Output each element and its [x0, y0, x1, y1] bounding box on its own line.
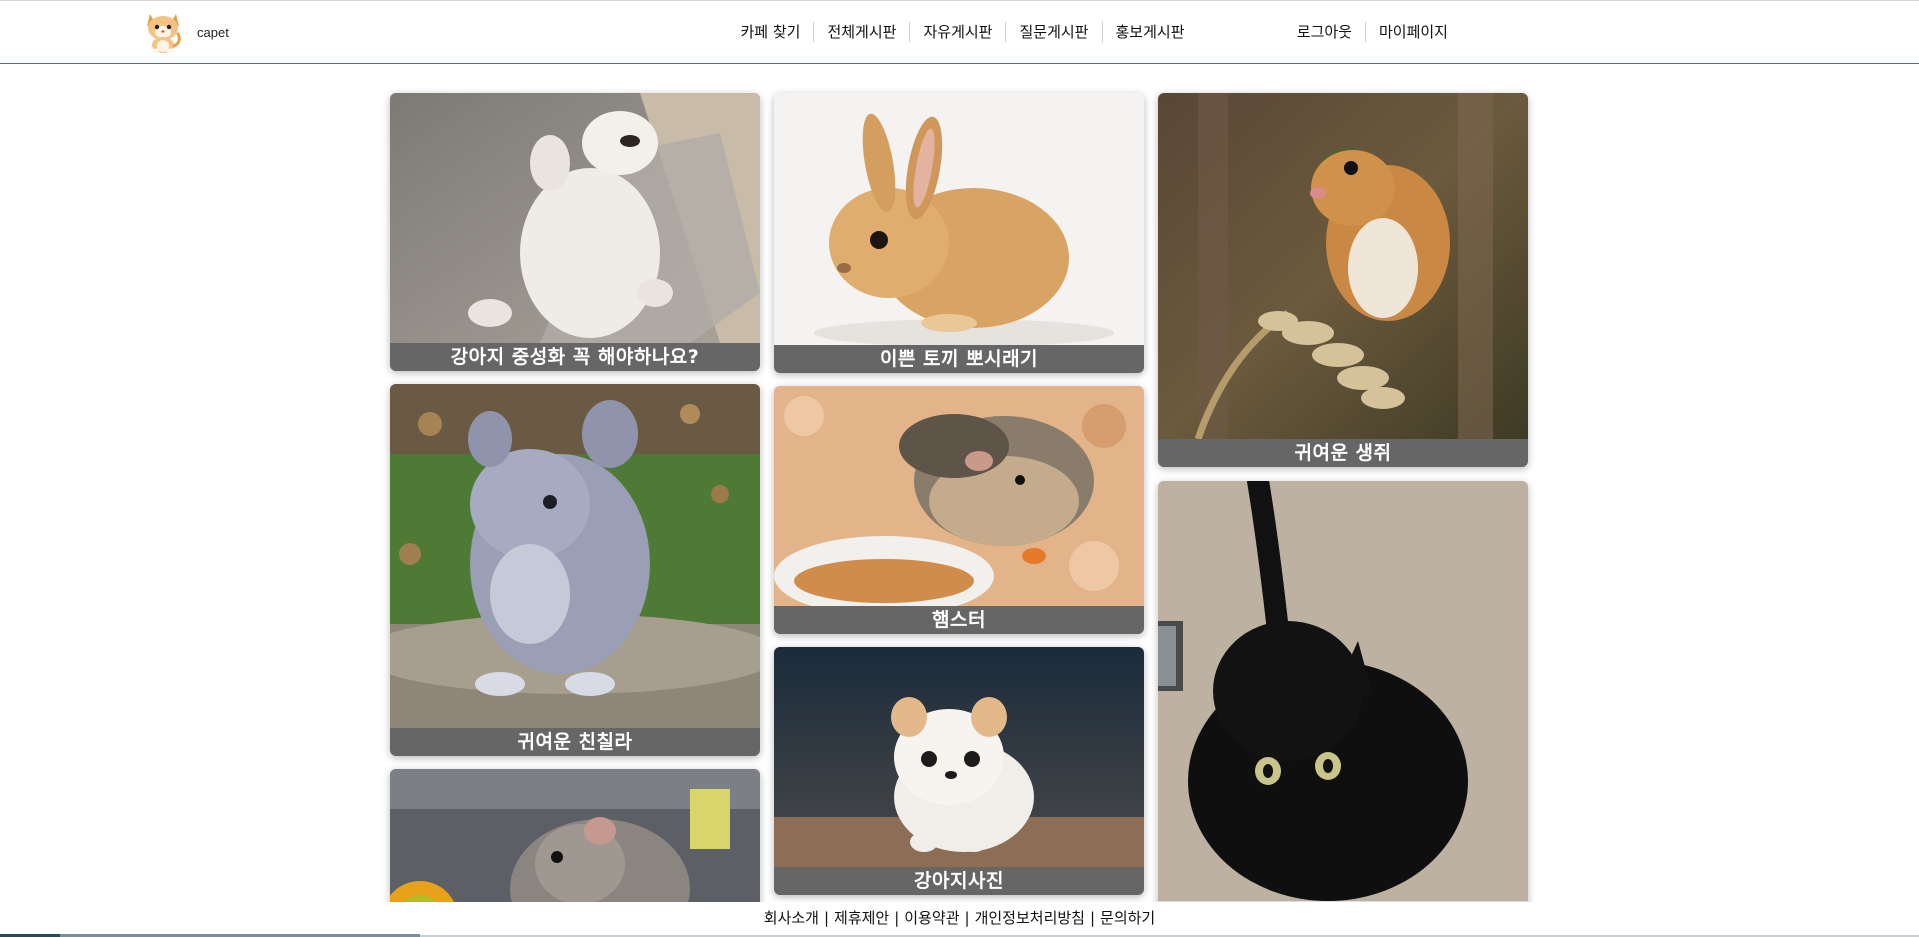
grey-chinchilla-photo: [390, 384, 760, 728]
post-feed: 강아지 중성화 꼭 해야하나요? 귀여운 친칠라 이쁜 토끼 뽀시래기 햄스터 …: [0, 64, 1919, 902]
main-nav: 카페 찾기 전체게시판 자유게시판 질문게시판 홍보게시판: [0, 22, 1919, 42]
post-title: 햄스터: [774, 606, 1144, 634]
nav-item-promo-board[interactable]: 홍보게시판: [1101, 22, 1198, 42]
footer-link-partnership[interactable]: 제휴제안: [834, 907, 889, 928]
footer-link-about[interactable]: 회사소개: [764, 907, 819, 928]
post-card[interactable]: 햄스터: [774, 386, 1144, 634]
footer-link-contact[interactable]: 문의하기: [1100, 907, 1155, 928]
post-title: 이쁜 토끼 뽀시래기: [774, 345, 1144, 373]
footer-separator: |: [894, 908, 900, 927]
post-card[interactable]: [390, 769, 760, 902]
post-card[interactable]: 귀여운 생쥐: [1158, 93, 1528, 467]
post-card[interactable]: 강아지 중성화 꼭 해야하나요?: [390, 93, 760, 371]
footer-links: 회사소개 | 제휴제안 | 이용약관 | 개인정보처리방침 | 문의하기: [0, 907, 1919, 928]
post-card[interactable]: [1158, 481, 1528, 902]
orange-bunny-photo: [774, 93, 1144, 345]
post-title: 귀여운 친칠라: [390, 728, 760, 756]
footer-link-privacy[interactable]: 개인정보처리방침: [975, 907, 1085, 928]
hamster-eating-photo: [774, 386, 1144, 606]
footer-separator: |: [964, 908, 970, 927]
post-card[interactable]: 이쁜 토끼 뽀시래기: [774, 93, 1144, 373]
nav-item-free-board[interactable]: 자유게시판: [909, 22, 1005, 42]
black-cat-photo: [1158, 481, 1528, 901]
harvest-mouse-on-wheat-photo: [1158, 93, 1528, 439]
logout-link[interactable]: 로그아웃: [1284, 22, 1365, 42]
footer-link-terms[interactable]: 이용약관: [904, 907, 959, 928]
footer-separator: |: [823, 908, 830, 927]
post-card[interactable]: 강아지사진: [774, 647, 1144, 895]
app-viewport: capet 카페 찾기 전체게시판 자유게시판 질문게시판 홍보게시판 로그아웃…: [0, 0, 1919, 937]
white-puppy-on-back-photo: [390, 93, 760, 343]
cartoon-puppy-photo: [774, 647, 1144, 867]
post-card[interactable]: 귀여운 친칠라: [390, 384, 760, 756]
user-nav: 로그아웃 마이페이지: [1284, 22, 1461, 42]
post-title: 강아지 중성화 꼭 해야하나요?: [390, 343, 760, 371]
post-title: 강아지사진: [774, 867, 1144, 895]
nav-item-question-board[interactable]: 질문게시판: [1005, 22, 1101, 42]
post-title: 귀여운 생쥐: [1158, 439, 1528, 467]
site-header: capet 카페 찾기 전체게시판 자유게시판 질문게시판 홍보게시판 로그아웃…: [0, 0, 1919, 64]
nav-item-find-cafe[interactable]: 카페 찾기: [727, 22, 813, 42]
nav-item-all-board[interactable]: 전체게시판: [813, 22, 909, 42]
footer-separator: |: [1089, 908, 1096, 927]
site-footer: 회사소개 | 제휴제안 | 이용약관 | 개인정보처리방침 | 문의하기: [0, 902, 1919, 937]
hamster-with-kiwi-photo: [390, 769, 760, 902]
mypage-link[interactable]: 마이페이지: [1364, 22, 1461, 42]
